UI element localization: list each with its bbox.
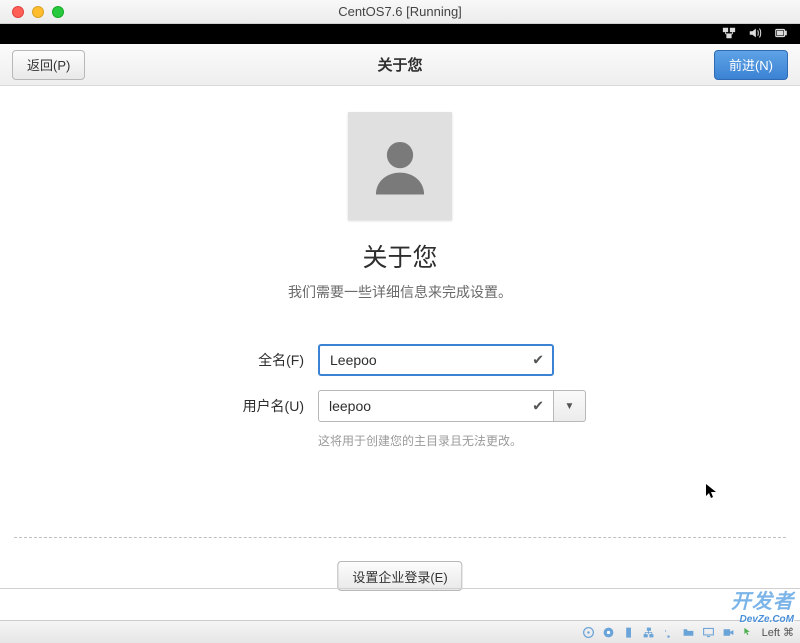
- recording-icon[interactable]: [722, 625, 736, 639]
- watermark: 开发者 DevZe.CoM: [731, 585, 794, 625]
- username-hint: 这将用于创建您的主目录且无法更改。: [318, 432, 586, 449]
- watermark-line1: 开发者: [731, 591, 794, 613]
- chevron-down-icon: ▼: [565, 401, 575, 412]
- hard-disk-icon[interactable]: [582, 625, 596, 639]
- guest-topbar: [0, 24, 800, 44]
- maximize-window-button[interactable]: [52, 6, 64, 18]
- page-title: 关于您: [362, 238, 437, 274]
- enterprise-login-button[interactable]: 设置企业登录(E): [337, 561, 462, 591]
- optical-disk-icon[interactable]: [602, 625, 616, 639]
- display-icon[interactable]: [702, 625, 716, 639]
- back-button[interactable]: 返回(P): [12, 50, 85, 80]
- header-title: 关于您: [377, 54, 422, 75]
- forward-button[interactable]: 前进(N): [714, 50, 788, 80]
- macos-titlebar: CentOS7.6 [Running]: [0, 0, 800, 24]
- page-subtitle: 我们需要一些详细信息来完成设置。: [288, 282, 512, 302]
- bottom-separator: [0, 588, 800, 589]
- audio-icon[interactable]: ▮: [622, 625, 636, 639]
- usb-icon[interactable]: [662, 625, 676, 639]
- user-icon: [365, 131, 435, 201]
- traffic-lights: [0, 6, 64, 18]
- username-dropdown[interactable]: ▼: [554, 390, 586, 422]
- minimize-window-button[interactable]: [32, 6, 44, 18]
- username-label: 用户名(U): [214, 396, 304, 416]
- form: 全名(F) ✔ 用户名(U) ✔ ▼ 这将用于创建您的主目录且无法更改。: [214, 344, 586, 449]
- dotted-separator: [14, 537, 786, 538]
- watermark-line2: DevZe.CoM: [731, 614, 794, 625]
- full-name-label: 全名(F): [214, 350, 304, 370]
- username-input[interactable]: [318, 390, 554, 422]
- full-name-input[interactable]: [318, 344, 554, 376]
- vm-window-title: CentOS7.6 [Running]: [338, 4, 462, 19]
- network-icon[interactable]: [722, 26, 736, 43]
- host-key-label: Left ⌘: [762, 626, 794, 639]
- shared-folder-icon[interactable]: [682, 625, 696, 639]
- mouse-integration-icon[interactable]: [742, 625, 756, 639]
- close-window-button[interactable]: [12, 6, 24, 18]
- cursor-icon: [706, 484, 718, 503]
- content-area: 关于您 我们需要一些详细信息来完成设置。 全名(F) ✔ 用户名(U) ✔ ▼ …: [0, 86, 800, 620]
- network-status-icon[interactable]: [642, 625, 656, 639]
- gnome-header: 返回(P) 关于您 前进(N): [0, 44, 800, 86]
- full-name-row: 全名(F) ✔: [214, 344, 586, 376]
- avatar-placeholder[interactable]: [348, 112, 452, 220]
- volume-icon[interactable]: [748, 26, 762, 43]
- username-row: 用户名(U) ✔ ▼: [214, 390, 586, 422]
- battery-icon[interactable]: [774, 26, 788, 43]
- virtualbox-statusbar: ▮ Left ⌘: [0, 620, 800, 643]
